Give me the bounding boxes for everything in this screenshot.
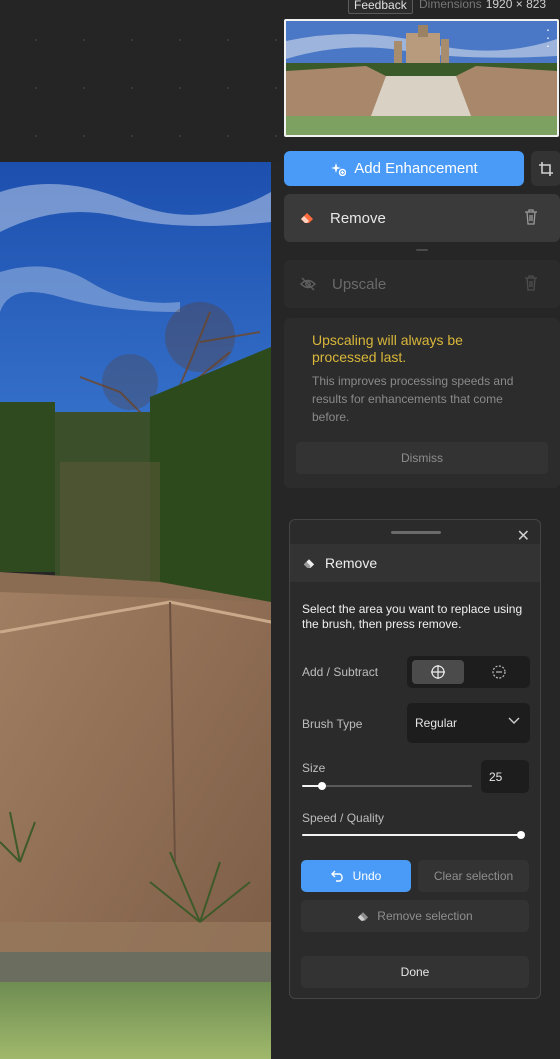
trash-icon[interactable] <box>524 275 538 291</box>
notice-title: Upscaling will always be processed last. <box>312 332 463 365</box>
size-value-input[interactable]: 25 <box>481 760 529 793</box>
add-enhancement-button[interactable]: Add Enhancement <box>284 151 524 186</box>
trash-icon[interactable] <box>524 209 538 225</box>
undo-label: Undo <box>352 869 382 883</box>
brush-type-label: Brush Type <box>302 717 363 731</box>
remove-tool-title: Remove <box>325 555 378 571</box>
remove-tool-header: Remove <box>290 544 540 582</box>
canvas-image[interactable] <box>0 162 271 1059</box>
size-label: Size <box>302 761 326 775</box>
crosshair-add-icon <box>431 665 445 679</box>
crop-button[interactable] <box>531 151 560 186</box>
speed-quality-slider-fill <box>302 834 521 836</box>
size-slider[interactable] <box>302 782 472 790</box>
speed-quality-slider-thumb[interactable] <box>517 831 525 839</box>
brush-type-select[interactable]: Regular <box>407 703 530 743</box>
drag-handle[interactable] <box>391 531 441 534</box>
dismiss-button[interactable]: Dismiss <box>296 442 548 474</box>
remove-tool-description: Select the area you want to replace usin… <box>302 602 523 631</box>
eraser-icon <box>301 213 313 223</box>
add-mode-button[interactable] <box>412 660 464 684</box>
eraser-icon <box>303 558 315 568</box>
close-icon[interactable]: ✕ <box>517 526 530 546</box>
size-slider-thumb[interactable] <box>318 782 326 790</box>
chevron-down-icon <box>508 717 520 724</box>
speed-quality-label: Speed / Quality <box>302 811 385 825</box>
dimensions-value: 1920 × 823 <box>485 0 547 11</box>
eye-off-icon <box>300 277 316 291</box>
drag-separator <box>416 249 428 251</box>
undo-button[interactable]: Undo <box>301 860 411 892</box>
image-thumbnail[interactable]: · · · <box>284 19 559 137</box>
crosshair-subtract-icon <box>492 665 506 679</box>
add-subtract-label: Add / Subtract <box>302 665 379 679</box>
done-button[interactable]: Done <box>301 956 529 988</box>
sparkle-add-icon <box>331 162 347 176</box>
remove-selection-label: Remove selection <box>377 909 473 923</box>
crop-icon <box>539 161 553 176</box>
upscale-notice: Upscaling will always be processed last.… <box>284 318 560 488</box>
add-subtract-toggle <box>407 656 530 688</box>
speed-quality-slider[interactable] <box>302 831 525 839</box>
subtract-mode-button[interactable] <box>473 660 525 684</box>
brush-type-value: Regular <box>415 716 458 730</box>
image-dimensions: Dimensions 1920 × 823 <box>419 0 546 12</box>
add-enhancement-label: Add Enhancement <box>354 160 478 177</box>
remove-tool-panel: ✕ Remove Select the area you want to rep… <box>289 519 541 999</box>
dimensions-label: Dimensions <box>419 0 482 11</box>
remove-selection-button[interactable]: Remove selection <box>301 900 529 932</box>
feedback-button[interactable]: Feedback <box>348 0 413 14</box>
enhancement-remove-label: Remove <box>330 209 386 227</box>
enhancement-item-upscale[interactable]: Upscale <box>284 260 560 308</box>
thumbnail-more-icon[interactable]: · · · <box>545 22 551 52</box>
enhancement-upscale-label: Upscale <box>332 275 387 293</box>
undo-icon <box>330 870 343 882</box>
clear-selection-button[interactable]: Clear selection <box>418 860 529 892</box>
notice-body: This improves processing speeds and resu… <box>312 374 514 424</box>
enhancement-item-remove[interactable]: Remove <box>284 194 560 242</box>
eraser-icon <box>358 911 369 921</box>
